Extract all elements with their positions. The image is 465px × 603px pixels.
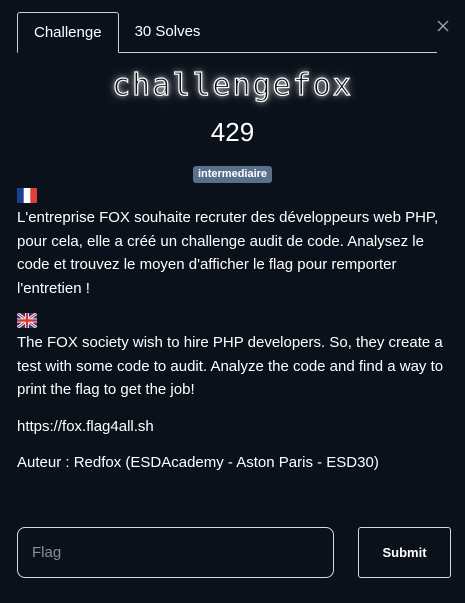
tab-solves[interactable]: 30 Solves [119, 12, 217, 52]
difficulty-badge-wrap: intermediaire [0, 164, 465, 183]
tab-bar: Challenge 30 Solves [17, 12, 437, 53]
difficulty-badge: intermediaire [192, 166, 273, 183]
submit-button[interactable]: Submit [358, 527, 451, 578]
flag-france-icon [17, 188, 37, 203]
tab-challenge[interactable]: Challenge [17, 12, 119, 53]
challenge-name: challengefox [112, 67, 353, 103]
challenge-author: Auteur : Redfox (ESDAcademy - Aston Pari… [17, 454, 379, 471]
challenge-modal: Challenge 30 Solves challengefox 429 int… [0, 0, 465, 603]
description-en: The FOX society wish to hire PHP develop… [17, 334, 444, 398]
challenge-url: https://fox.flag4all.sh [17, 417, 154, 435]
flag-input[interactable] [17, 527, 334, 578]
challenge-description: L'entreprise FOX souhaite recruter des d… [17, 187, 451, 488]
flag-uk-icon [17, 313, 37, 328]
description-fr: L'entreprise FOX souhaite recruter des d… [17, 209, 439, 297]
challenge-points: 429 [210, 117, 255, 147]
close-icon[interactable] [435, 18, 451, 34]
